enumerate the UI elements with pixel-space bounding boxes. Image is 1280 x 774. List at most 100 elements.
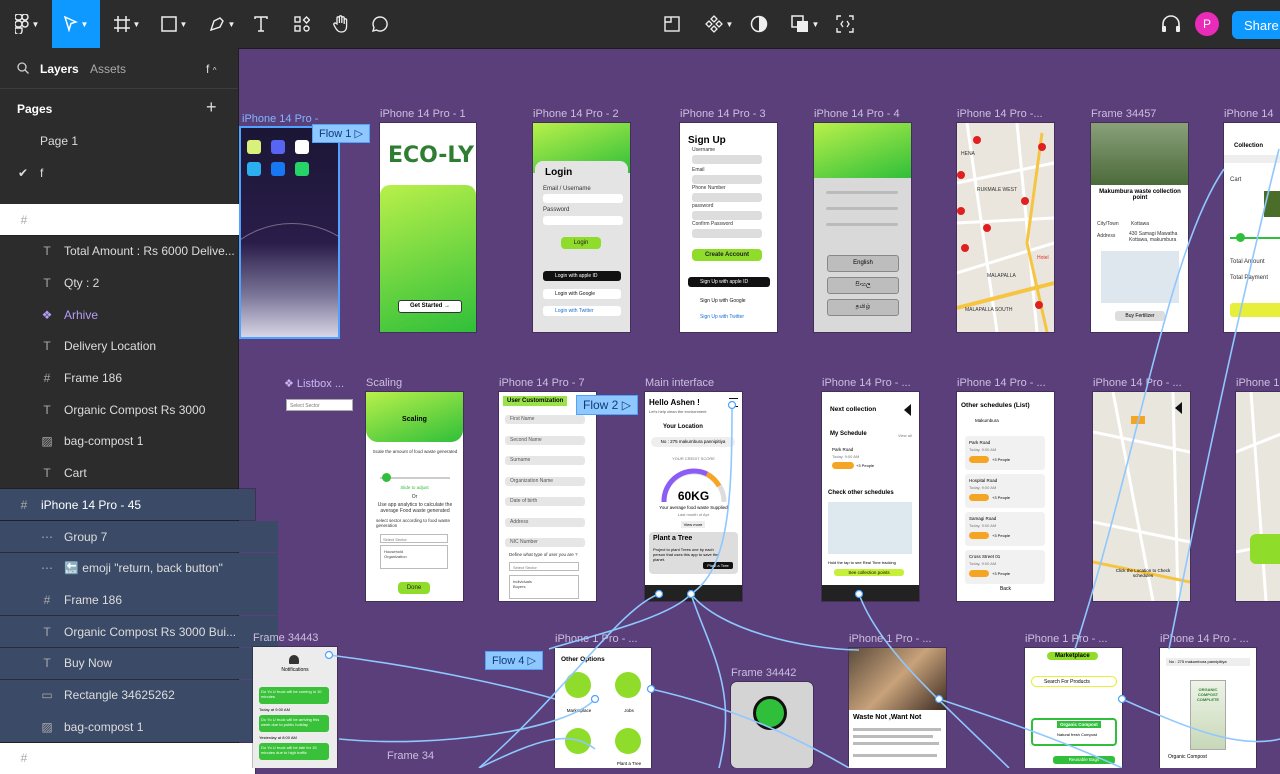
hand-tool-button[interactable]	[330, 0, 352, 48]
frame-icon: #	[20, 751, 28, 766]
mask-button[interactable]	[749, 0, 769, 48]
prototype-connections	[324, 148, 1280, 768]
layer-label: bag-compost 1	[64, 434, 144, 449]
audio-button[interactable]	[1160, 0, 1182, 48]
file-initial: f	[206, 62, 210, 76]
text-icon: T	[43, 656, 51, 671]
chevron-down-icon: ▼	[132, 19, 141, 29]
layer-row[interactable]: T Cart	[0, 458, 278, 489]
boolean-icon	[790, 15, 808, 32]
layer-row[interactable]: ▨ bag-compost 1	[0, 426, 278, 457]
layer-row[interactable]: ▨ bag-compost 1	[0, 711, 278, 743]
move-tool-button[interactable]: ▼	[52, 0, 100, 48]
layer-label: Qty : 2	[64, 275, 100, 290]
layer-row[interactable]: T Qty : 2	[0, 267, 278, 298]
layer-label: Delivery Location	[64, 339, 157, 354]
layer-label: iPhone 14 Pro - 46	[41, 212, 142, 227]
dev-mode-button[interactable]	[834, 0, 856, 48]
text-icon: T	[43, 339, 51, 354]
resources-icon	[294, 16, 310, 32]
rectangle-icon	[160, 16, 177, 32]
layer-label: Frame 186	[64, 592, 123, 607]
layer-label: iPhone 14 Pro - 45	[41, 497, 142, 512]
tab-layers[interactable]: Layers	[40, 62, 79, 76]
design-canvas[interactable]: iPhone 14 Pro - iPhone 14 Pro - 1 iPhone…	[239, 49, 1280, 768]
layer-label: Organic Compost Rs 3000	[64, 402, 206, 417]
chevron-down-icon: ▼	[80, 19, 89, 29]
chevron-down-icon: ▼	[811, 19, 820, 29]
divider	[0, 88, 238, 89]
text-icon: T	[43, 244, 51, 259]
layers-panel: Layers Assets f ^ Pages + Page 1 ✔ f # iPh…	[0, 48, 278, 774]
frame-selection-icon	[664, 16, 680, 32]
frame-tool-button[interactable]: ▼	[110, 0, 144, 48]
contrast-icon	[750, 15, 768, 33]
boolean-button[interactable]: ▼	[787, 0, 823, 48]
layer-row[interactable]: # iPhone 14 Pro - 46	[0, 204, 255, 235]
frame-icon: #	[20, 212, 28, 227]
hand-icon	[333, 15, 348, 33]
tab-assets[interactable]: Assets	[90, 62, 126, 76]
layer-label: Arhive	[64, 307, 99, 322]
component-icon: ❖	[41, 307, 53, 322]
share-button[interactable]: Share	[1232, 11, 1280, 39]
frame-icon: #	[43, 371, 51, 385]
layer-row[interactable]: # Frame 186	[0, 584, 278, 616]
component-button[interactable]: ▼	[702, 0, 736, 48]
file-switcher[interactable]: f ^	[206, 62, 216, 76]
image-icon: ▨	[41, 719, 53, 734]
layer-label: bag-compost 1	[64, 719, 144, 734]
layer-row[interactable]: ⋯ Group 7	[0, 521, 278, 552]
page-label: f	[40, 166, 44, 180]
pen-icon	[209, 17, 224, 32]
layer-row[interactable]: T Total Amount : Rs 6000 Delive...	[0, 236, 278, 267]
component-icon	[704, 15, 723, 33]
shape-tool-button[interactable]: ▼	[156, 0, 192, 48]
avatar[interactable]: P	[1195, 12, 1219, 36]
layer-label: Group 7	[64, 529, 108, 544]
comment-tool-button[interactable]	[370, 0, 390, 48]
frame-icon: #	[20, 497, 28, 512]
chevron-up-icon: ^	[212, 66, 217, 75]
chevron-down-icon: ▼	[31, 19, 40, 29]
layer-row[interactable]: T Organic Compost Rs 3000	[0, 394, 278, 425]
layer-label: Organic Compost Rs 3000 Bui...	[64, 624, 237, 639]
rectangle-icon: ▭	[41, 688, 53, 702]
text-icon: T	[43, 624, 51, 639]
frame-icon	[113, 16, 130, 32]
text-icon: T	[43, 275, 51, 290]
chevron-down-icon: ▼	[179, 19, 188, 29]
layer-row[interactable]: ▭ Rectangle 34625262	[0, 679, 278, 711]
comment-icon	[372, 16, 388, 32]
layer-row[interactable]: T Delivery Location	[0, 331, 278, 362]
pages-title: Pages	[17, 102, 53, 116]
chevron-down-icon: ▼	[725, 19, 734, 29]
main-menu-button[interactable]: ▼	[8, 0, 46, 48]
figma-menu-icon	[14, 14, 29, 34]
layer-label: 🔙 emoji "return, back button"	[64, 561, 223, 576]
page-item-page-1[interactable]: Page 1	[40, 134, 78, 148]
crop-button[interactable]	[662, 0, 682, 48]
text-tool-button[interactable]	[250, 0, 272, 48]
image-icon: ▨	[41, 434, 53, 449]
layer-row[interactable]: # iPhone 14 Pro - 44	[0, 742, 255, 774]
add-page-icon[interactable]: +	[206, 98, 217, 116]
panel-tabs: Layers Assets f ^	[0, 48, 238, 88]
layer-row[interactable]: T Organic Compost Rs 3000 Bui...	[0, 616, 278, 648]
layer-row[interactable]: ⋯ 🔙 emoji "return, back button"	[0, 552, 278, 584]
resources-button[interactable]	[292, 0, 312, 48]
code-frame-icon	[836, 15, 854, 33]
layer-label: Cart	[64, 466, 87, 481]
layer-row[interactable]: ❖ Arhive	[0, 299, 278, 330]
text-icon	[254, 16, 268, 32]
page-item-f[interactable]: ✔ f	[18, 166, 44, 180]
layer-row[interactable]: T Buy Now	[0, 647, 278, 679]
headphones-icon	[1162, 15, 1180, 32]
toolbar: ▼ ▼ ▼ ▼ ▼ ▼ ▼ P Share	[0, 0, 1280, 49]
layer-row[interactable]: # Frame 186	[0, 363, 278, 394]
pen-tool-button[interactable]: ▼	[204, 0, 240, 48]
group-icon: ⋯	[41, 561, 53, 576]
move-icon	[63, 16, 78, 32]
search-icon[interactable]	[17, 62, 29, 74]
layer-row[interactable]: # iPhone 14 Pro - 45	[0, 489, 255, 521]
